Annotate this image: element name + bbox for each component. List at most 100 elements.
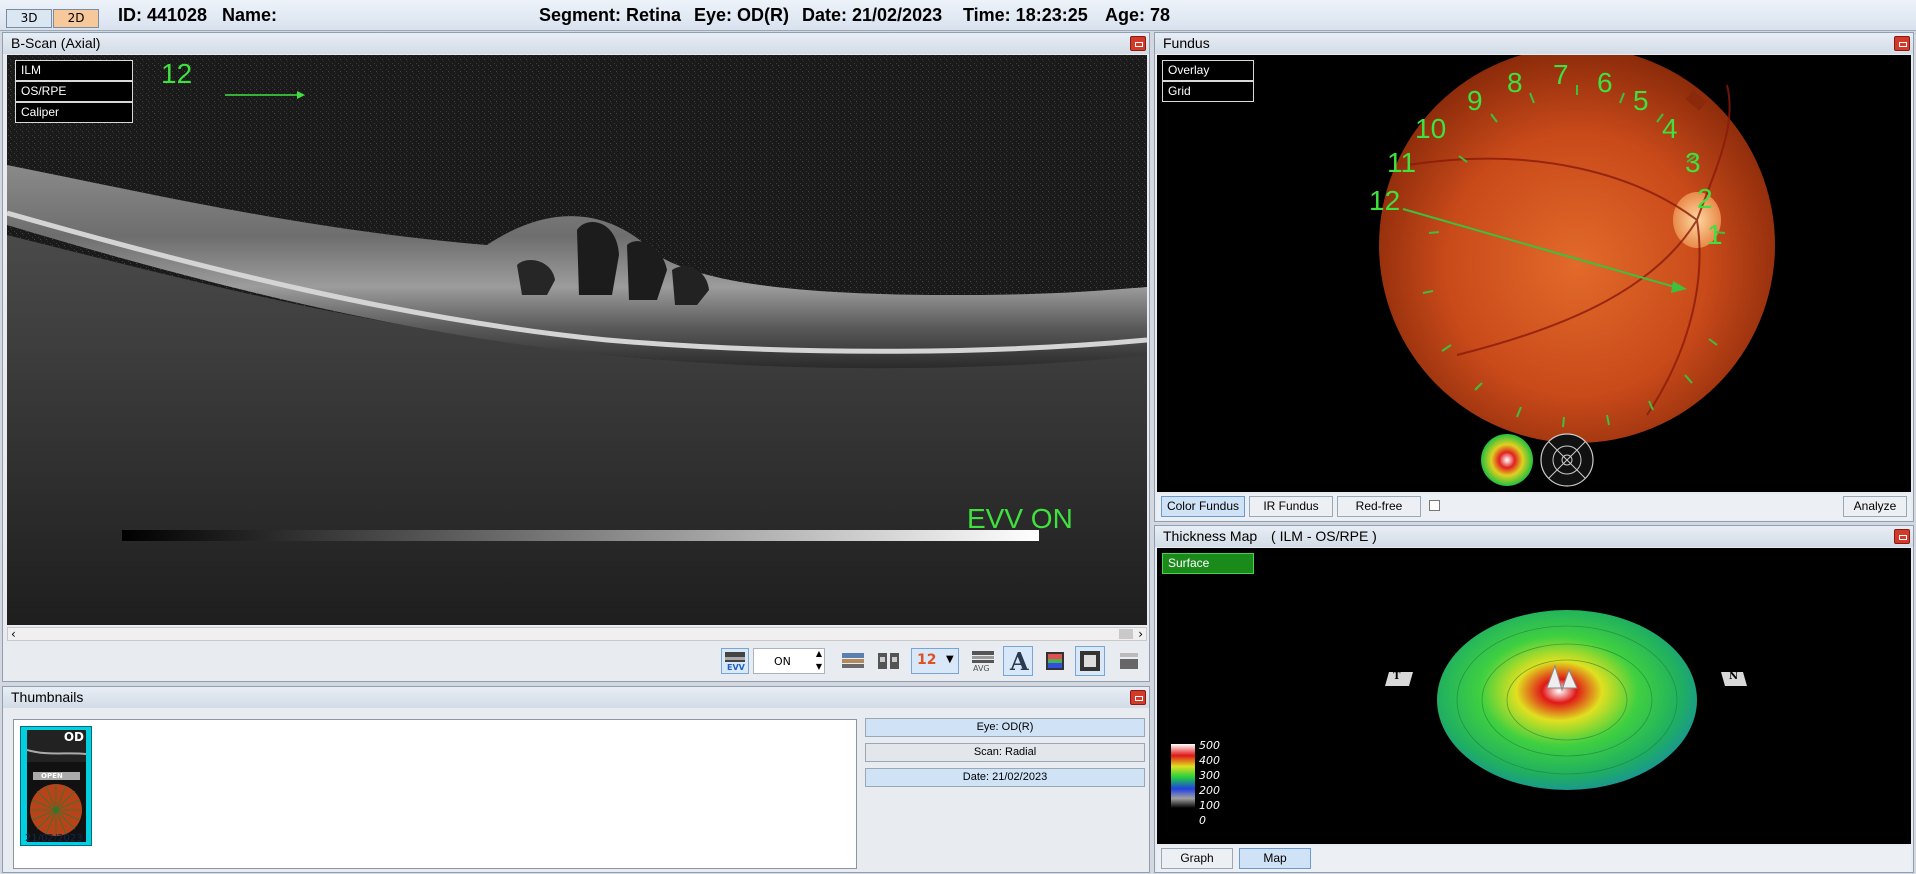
- grid-number-button[interactable]: 12 ▼: [911, 648, 959, 674]
- clock-number-2: 2: [1697, 183, 1713, 214]
- text-tool-button[interactable]: A: [1003, 646, 1033, 676]
- top-info-bar: 3D 2D ID: 441028 Name: Segment: Retina E…: [0, 0, 1916, 31]
- fundus-photo: [1379, 55, 1775, 487]
- text-tool-icon: A: [1010, 647, 1029, 676]
- frame-view-button[interactable]: [1075, 646, 1105, 676]
- patient-name: Name:: [222, 5, 278, 25]
- thumbnails-close-button[interactable]: [1130, 690, 1146, 705]
- color-map-icon: [1046, 652, 1064, 670]
- fundus-grid-button[interactable]: Grid: [1162, 81, 1254, 102]
- compare-view-button[interactable]: [875, 648, 903, 674]
- tab-color-fundus[interactable]: Color Fundus: [1161, 496, 1245, 517]
- scale-label-400: 400: [1199, 754, 1220, 767]
- chevron-down-icon[interactable]: ▼: [946, 654, 954, 665]
- mode-3d-button[interactable]: 3D: [6, 9, 52, 28]
- bscan-scrollbar[interactable]: ‹ ›: [7, 627, 1147, 641]
- clock-number-12: 12: [1369, 185, 1401, 216]
- fundus-panel: Fundus Overlay Grid 1 2 3 4 5 6 7 8 9 10…: [1154, 32, 1914, 522]
- analyze-button[interactable]: Analyze: [1843, 496, 1907, 517]
- tab-map[interactable]: Map: [1239, 848, 1311, 869]
- evv-spinner-value: ON: [774, 655, 791, 668]
- thumbnails-title: Thumbnails: [3, 687, 1149, 708]
- temporal-marker: T: [1393, 671, 1401, 682]
- tab-graph[interactable]: Graph: [1161, 848, 1233, 869]
- bscan-image[interactable]: ILM OS/RPE Caliper 12 EVV ON: [7, 55, 1147, 625]
- clock-number-6: 6: [1597, 67, 1613, 98]
- thickness-map-title-text: Thickness Map: [1163, 528, 1258, 544]
- clock-number-11: 11: [1387, 147, 1417, 178]
- tab-red-free[interactable]: Red-free: [1337, 496, 1421, 517]
- thumbnail-date-info: Date: 21/02/2023: [865, 768, 1145, 787]
- analysis-thumbnails: [1481, 433, 1594, 487]
- tab-ir-fundus[interactable]: IR Fundus: [1249, 496, 1333, 517]
- spin-up-icon[interactable]: ▲: [816, 649, 822, 658]
- scroll-right-icon[interactable]: ›: [1138, 627, 1143, 641]
- thumbnail-date: 21/02/2023: [25, 833, 83, 844]
- red-free-checkbox[interactable]: [1429, 500, 1440, 511]
- thickness-map-subtitle: ( ILM - OS/RPE ): [1271, 528, 1377, 544]
- clock-number-10: 10: [1415, 113, 1447, 144]
- thumbnail-eye-label: OD: [63, 730, 84, 744]
- thumbnail-scan-info: Scan: Radial: [865, 743, 1145, 762]
- fundus-title: Fundus: [1155, 33, 1913, 54]
- bscan-toolbar: EVV ON ▲ ▼ 12 ▼ AVG A: [3, 643, 1149, 681]
- osrpe-overlay-button[interactable]: OS/RPE: [15, 81, 133, 102]
- segment-value: Segment: Retina: [539, 5, 682, 25]
- bscan-title: B-Scan (Axial): [3, 33, 1149, 54]
- fundus-tabs-bar: Color Fundus IR Fundus Red-free Analyze: [1157, 494, 1911, 520]
- thickness-color-scale: 500 400 300 200 100 0: [1199, 738, 1239, 828]
- average-icon: [972, 651, 994, 663]
- thumbnail-open-label: OPEN: [41, 772, 63, 780]
- scale-label-100: 100: [1199, 799, 1220, 812]
- fundus-image[interactable]: Overlay Grid 1 2 3 4 5 6 7 8 9 10 11 12: [1157, 55, 1911, 492]
- clock-number-8: 8: [1507, 67, 1523, 98]
- spin-down-icon[interactable]: ▼: [816, 662, 822, 671]
- date-value: Date: 21/02/2023: [802, 5, 943, 25]
- frame-icon: [1080, 651, 1100, 671]
- thickness-map-panel: Thickness Map ( ILM - OS/RPE ) Surface T…: [1154, 525, 1914, 873]
- grid-number-badge: 12: [917, 652, 937, 668]
- thumbnail-scan-image: OD OPEN: [26, 730, 87, 842]
- average-label: AVG: [973, 664, 990, 673]
- ilm-overlay-button[interactable]: ILM: [15, 60, 133, 81]
- scale-label-300: 300: [1199, 769, 1220, 782]
- bscan-panel: B-Scan (Axial) ILM OS/RPE Caliper 12 EVV…: [2, 32, 1150, 682]
- scale-label-200: 200: [1199, 784, 1220, 797]
- thumbnail-item[interactable]: OD OPEN 21/02/2023: [20, 726, 92, 846]
- scroll-thumb[interactable]: [1119, 629, 1133, 639]
- panel-icon: [1120, 653, 1138, 669]
- clock-number-5: 5: [1633, 85, 1649, 116]
- thumbnails-panel: Thumbnails OD OPEN 21/02/2023 Eye: OD(R)…: [2, 686, 1150, 873]
- thickness-close-button[interactable]: [1894, 529, 1910, 544]
- clock-number-1: 1: [1707, 219, 1723, 250]
- patient-id: ID: 441028: [118, 5, 208, 25]
- thickness-surface: [1171, 610, 1747, 808]
- surface-button[interactable]: Surface: [1162, 553, 1254, 574]
- thumbnail-eye-info: Eye: OD(R): [865, 718, 1145, 737]
- layers-view-button[interactable]: [839, 648, 867, 674]
- bscan-close-button[interactable]: [1130, 36, 1146, 51]
- fundus-overlay-button[interactable]: Overlay: [1162, 60, 1254, 81]
- scan-line-number: 12: [161, 58, 193, 89]
- evv-status-label: EVV ON: [967, 503, 1073, 534]
- scroll-left-icon[interactable]: ‹: [11, 627, 16, 641]
- clock-number-3: 3: [1685, 147, 1701, 178]
- panel-view-button[interactable]: [1115, 648, 1143, 674]
- caliper-overlay-button[interactable]: Caliper: [15, 102, 133, 123]
- compare-icon: [878, 653, 899, 669]
- thickness-map-title: Thickness Map ( ILM - OS/RPE ): [1155, 526, 1913, 547]
- clock-number-9: 9: [1467, 85, 1483, 116]
- evv-spinner[interactable]: ON ▲ ▼: [753, 648, 825, 674]
- evv-toggle-button[interactable]: EVV: [721, 648, 749, 674]
- time-value: Time: 18:23:25: [963, 5, 1088, 25]
- color-map-button[interactable]: [1041, 648, 1069, 674]
- evv-icon-label: EVV: [727, 663, 745, 672]
- thickness-3d-view[interactable]: Surface T N 500 400 300 200 100 0: [1157, 548, 1911, 844]
- average-button[interactable]: AVG: [969, 648, 997, 674]
- thumbnail-drawing: [26, 730, 87, 836]
- clock-number-7: 7: [1553, 59, 1569, 90]
- mode-2d-button[interactable]: 2D: [53, 9, 99, 28]
- scale-label-0: 0: [1199, 814, 1206, 827]
- fundus-close-button[interactable]: [1894, 36, 1910, 51]
- layers-icon: [842, 653, 864, 668]
